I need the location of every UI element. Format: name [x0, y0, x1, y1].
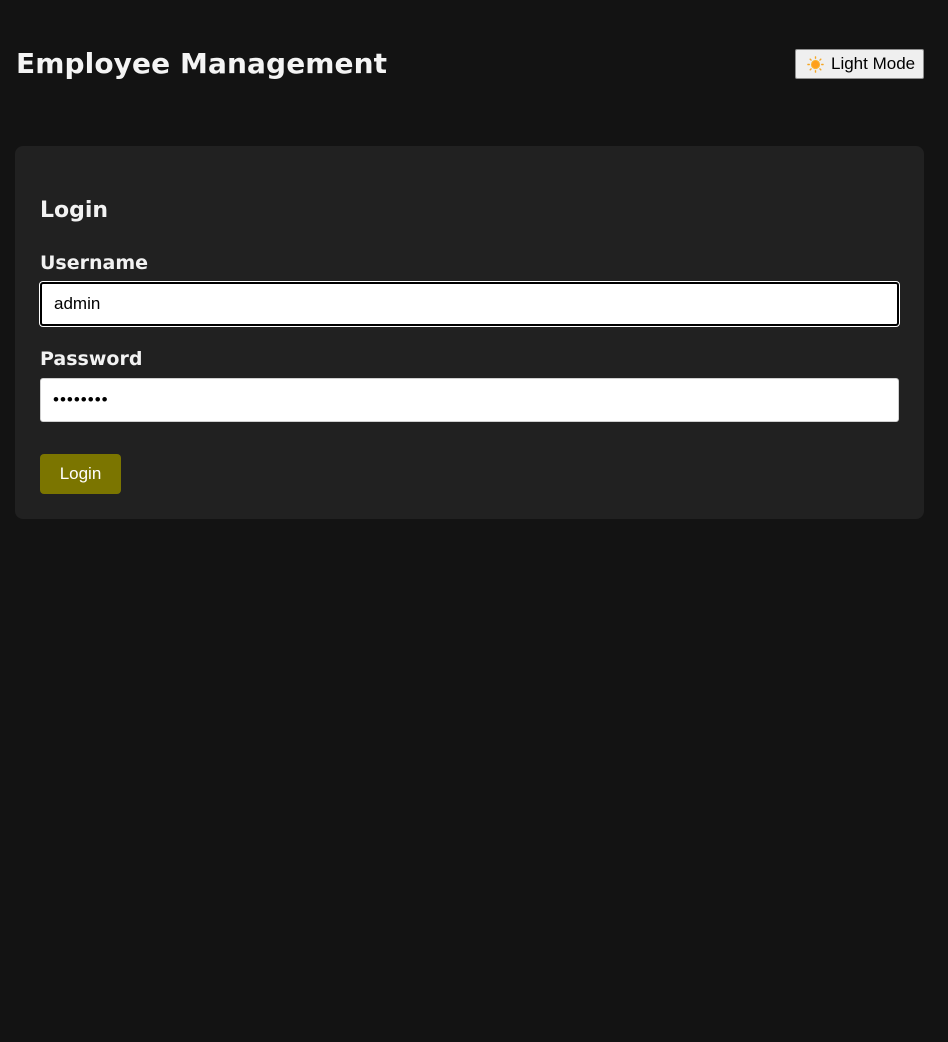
theme-toggle-button[interactable]: Light Mode	[795, 49, 924, 79]
username-label: Username	[40, 252, 149, 274]
login-button[interactable]: Login	[40, 454, 121, 494]
app-title: Employee Management	[16, 47, 388, 80]
login-title: Login	[40, 198, 109, 223]
username-input[interactable]	[40, 282, 899, 326]
login-card: Login Username Password Login	[15, 146, 924, 519]
password-input[interactable]	[40, 378, 899, 422]
page-header: Employee Management Light Mode	[0, 0, 948, 130]
theme-toggle-label: Light Mode	[831, 54, 916, 73]
sun-icon	[807, 55, 824, 73]
password-label: Password	[40, 348, 143, 370]
